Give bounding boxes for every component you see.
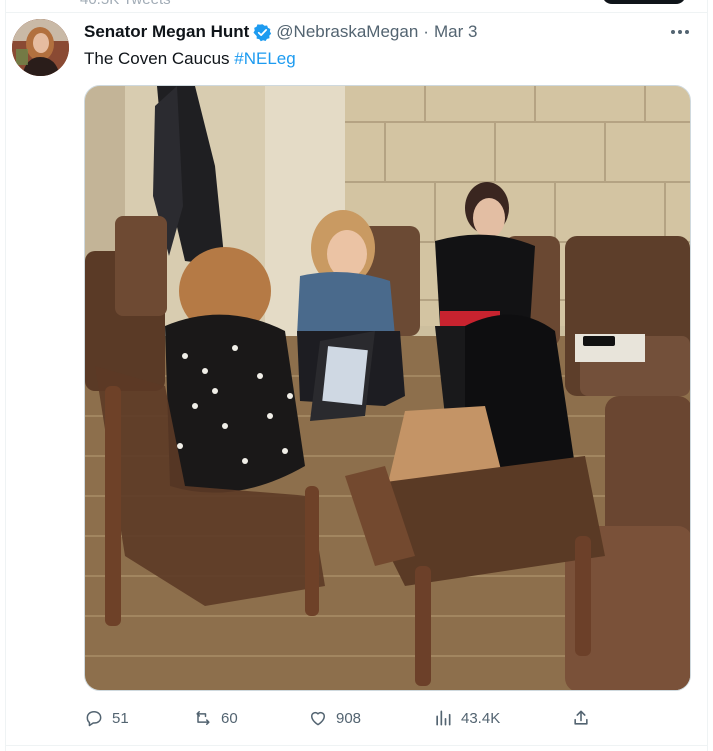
tweet-photo[interactable] xyxy=(84,85,691,691)
header-separator: · xyxy=(423,22,429,41)
reply-button[interactable]: 51 xyxy=(84,706,129,730)
views-button[interactable]: 43.4K xyxy=(433,706,500,730)
follow-button-cut[interactable] xyxy=(602,0,686,4)
verified-badge-icon[interactable] xyxy=(253,23,272,42)
tweet-actions: 51 60 908 43.4K xyxy=(84,706,604,730)
retweet-icon xyxy=(196,711,210,725)
photo-women-meeting-in-lounge xyxy=(85,86,690,690)
reply-icon xyxy=(86,711,102,727)
avatar[interactable] xyxy=(12,19,69,76)
reply-count: 51 xyxy=(112,709,129,727)
tweet-top-border xyxy=(5,12,708,13)
tweet-bottom-border xyxy=(5,745,708,746)
author-name[interactable]: Senator Megan Hunt xyxy=(84,22,249,42)
more-options-icon[interactable] xyxy=(669,22,691,42)
previous-header-strip: 40.5K Tweets xyxy=(0,0,713,12)
retweet-count: 60 xyxy=(221,709,238,727)
tweet-date[interactable]: Mar 3 xyxy=(434,22,477,42)
tweet-text: The Coven Caucus #NELeg xyxy=(84,48,296,70)
tweet-body: The Coven Caucus xyxy=(84,49,235,68)
like-button[interactable]: 908 xyxy=(308,706,361,730)
tweets-count: 40.5K Tweets xyxy=(80,0,171,8)
views-count: 43.4K xyxy=(461,709,501,727)
tweet-header: Senator Megan Hunt @NebraskaMegan · Mar … xyxy=(84,21,477,43)
like-count: 908 xyxy=(336,709,362,727)
retweet-button[interactable]: 60 xyxy=(193,706,238,730)
like-icon xyxy=(311,711,325,726)
avatar-image xyxy=(12,19,69,76)
share-icon xyxy=(574,710,588,725)
column-border-left xyxy=(5,0,6,751)
share-button[interactable] xyxy=(571,706,591,730)
views-icon xyxy=(436,710,451,726)
author-handle[interactable]: @NebraskaMegan xyxy=(276,22,418,42)
hashtag-link[interactable]: #NELeg xyxy=(234,49,295,68)
column-border-right xyxy=(707,0,708,751)
